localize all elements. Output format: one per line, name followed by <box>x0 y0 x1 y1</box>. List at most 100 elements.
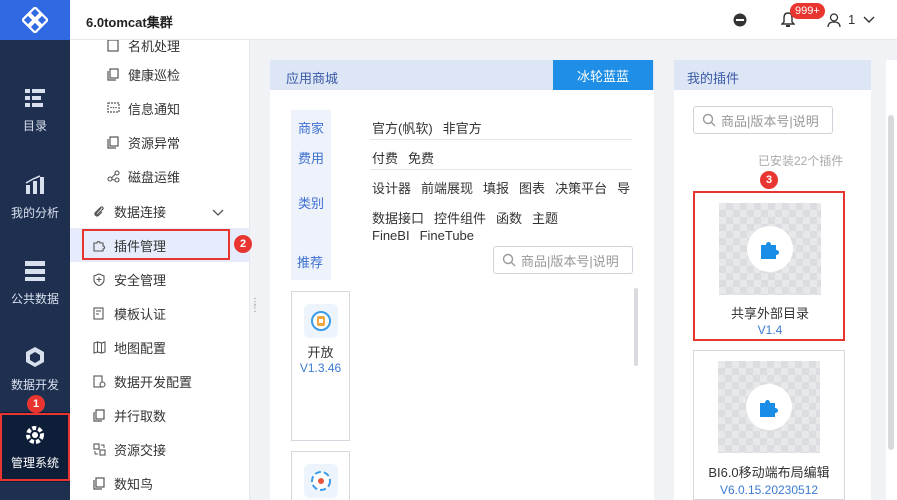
filter-option[interactable]: 数据接口 <box>372 211 424 226</box>
search-icon <box>502 253 516 267</box>
filter-option[interactable]: 付费 <box>372 151 398 166</box>
edit-doc-icon <box>92 306 106 320</box>
app-logo[interactable] <box>0 0 70 40</box>
my-plugins-search-input[interactable]: 商品|版本号|说明 <box>693 106 833 134</box>
notification-count-badge: 999+ <box>790 3 825 19</box>
submenu-item-resource-handover[interactable]: 资源交接 <box>70 432 249 466</box>
my-plugin-card-shared-catalog[interactable]: 共享外部目录 V1.4 <box>693 191 845 341</box>
nav-item-data-dev[interactable]: 数据开发 <box>0 334 70 404</box>
analysis-icon <box>24 174 46 196</box>
user-icon[interactable] <box>826 12 842 28</box>
submenu-label: 地图配置 <box>114 340 167 356</box>
submenu-item-parallel-fetch[interactable]: 并行取数 <box>70 398 249 432</box>
page-title: 6.0tomcat集群 <box>86 15 173 30</box>
system-submenu: 名机处理 健康巡检 信息通知 资源异常 磁盘运维 数据连接 插件管理 安全管理 … <box>70 40 250 500</box>
nav-label: 我的分析 <box>10 205 59 220</box>
search-placeholder: 商品|版本号|说明 <box>721 113 819 129</box>
store-search-input[interactable]: 商品|版本号|说明 <box>493 246 633 274</box>
tab-category[interactable]: 类别 <box>291 193 331 212</box>
submenu-label: 插件管理 <box>114 238 167 254</box>
submenu-item-notification[interactable]: 信息通知 <box>70 91 249 125</box>
filter-option[interactable]: FineBI <box>372 228 410 243</box>
map-icon <box>92 340 106 354</box>
theme-toggle-icon[interactable] <box>732 12 748 28</box>
page-scrollbar[interactable] <box>888 115 894 450</box>
submenu-item-health-check[interactable]: 健康巡检 <box>70 57 249 91</box>
filter-option[interactable]: 决策平台 <box>555 181 607 196</box>
app-store-panel: 应用商城 冰轮蓝蓝 商家 费用 类别 推荐 官方(帆软) 非官方 付费 免费 设计器… <box>270 60 654 500</box>
submenu-item-map-config[interactable]: 地图配置 <box>70 330 249 364</box>
plugin-name: 共享外部目录 <box>730 306 809 321</box>
filter-option[interactable]: 填报 <box>483 181 509 196</box>
store-plugin-card[interactable]: 开放 V1.3.46 <box>291 291 350 441</box>
submenu-item-disk-ops[interactable]: 磁盘运维 <box>70 159 249 193</box>
settings-doc-icon <box>92 374 106 388</box>
tab-recommend[interactable]: 推荐 <box>297 252 323 271</box>
app-store-header: 应用商城 冰轮蓝蓝 <box>270 60 654 90</box>
nav-label: 公共数据 <box>10 291 59 306</box>
filter-option[interactable]: 控件组件 <box>434 211 486 226</box>
filter-option[interactable]: 函数 <box>496 211 522 226</box>
doc-icon <box>106 40 120 52</box>
my-plugins-title: 我的插件 <box>687 71 740 86</box>
filter-option[interactable]: 导 <box>617 181 630 196</box>
user-name[interactable]: 1 <box>848 12 855 27</box>
highlight-box-manage-system <box>0 413 70 481</box>
share-nodes-icon <box>106 169 120 183</box>
divider <box>370 169 632 170</box>
filter-option[interactable]: 免费 <box>408 151 434 166</box>
step-badge-3: 3 <box>760 171 778 189</box>
plugin-name: BI6.0移动端布局编辑 <box>708 465 830 480</box>
tab-vendor[interactable]: 商家 <box>291 118 331 137</box>
doc-icon <box>92 476 106 490</box>
my-plugin-card-bi-mobile-layout[interactable]: BI6.0移动端布局编辑 V6.0.15.20230512 <box>693 350 845 500</box>
filter-option[interactable]: 图表 <box>519 181 545 196</box>
nav-label: 目录 <box>22 118 47 133</box>
resize-handle[interactable]: ⋮ ⋮ <box>250 298 260 318</box>
filter-option[interactable]: 主题 <box>532 211 558 226</box>
plugin-version: V1.3.46 <box>299 361 342 375</box>
installed-count: 已安装22个插件 <box>758 154 844 168</box>
doc-icon <box>106 67 120 81</box>
filter-row-fee: 付费 免费 <box>372 148 444 167</box>
chevron-down-icon[interactable] <box>862 13 876 27</box>
filter-option[interactable]: 官方(帆软) <box>372 121 433 136</box>
filter-row-vendor: 官方(帆软) 非官方 <box>372 118 492 137</box>
nav-item-my-analysis[interactable]: 我的分析 <box>0 162 70 232</box>
store-plugin-card[interactable] <box>291 451 350 500</box>
submenu-item-security[interactable]: 安全管理 <box>70 262 249 296</box>
filter-option[interactable]: FineTube <box>420 228 474 243</box>
submenu-item-resource-exception[interactable]: 资源异常 <box>70 125 249 159</box>
step-badge-1: 1 <box>27 395 45 413</box>
search-placeholder: 商品|版本号|说明 <box>521 253 619 269</box>
submenu-item-plugin-management[interactable]: 插件管理 <box>70 228 249 262</box>
nav-label: 数据开发 <box>10 377 59 392</box>
submenu-item-data-connection[interactable]: 数据连接 <box>70 194 249 228</box>
data-dev-icon <box>24 346 46 368</box>
submenu-label: 信息通知 <box>128 101 181 117</box>
public-data-icon <box>24 260 46 282</box>
submenu-item-shuzhiniao[interactable]: 数知鸟 <box>70 466 249 500</box>
nav-item-public-data[interactable]: 公共数据 <box>0 248 70 318</box>
tab-fee[interactable]: 费用 <box>291 148 331 167</box>
nav-item-catalog[interactable]: 目录 <box>0 75 70 145</box>
submenu-item-template-auth[interactable]: 模板认证 <box>70 296 249 330</box>
filter-option[interactable]: 设计器 <box>372 181 411 196</box>
step-badge-2: 2 <box>234 235 252 253</box>
shield-icon <box>92 272 106 286</box>
submenu-item-data-dev-config[interactable]: 数据开发配置 <box>70 364 249 398</box>
submenu-label: 模板认证 <box>114 306 167 322</box>
submenu-label: 健康巡检 <box>128 67 181 83</box>
puzzle-icon <box>746 384 792 430</box>
chevron-down-icon[interactable] <box>212 205 224 220</box>
plugin-name: 开放 <box>307 345 334 360</box>
submenu-label: 并行取数 <box>114 408 167 424</box>
catalog-icon <box>24 87 46 109</box>
store-scrollbar[interactable] <box>634 288 638 366</box>
plugin-app-icon <box>304 464 338 498</box>
theme-button[interactable]: 冰轮蓝蓝 <box>553 60 653 90</box>
search-icon <box>702 113 716 127</box>
filter-option[interactable]: 前端展现 <box>421 181 473 196</box>
plugin-app-icon <box>304 304 338 338</box>
filter-option[interactable]: 非官方 <box>443 121 482 136</box>
